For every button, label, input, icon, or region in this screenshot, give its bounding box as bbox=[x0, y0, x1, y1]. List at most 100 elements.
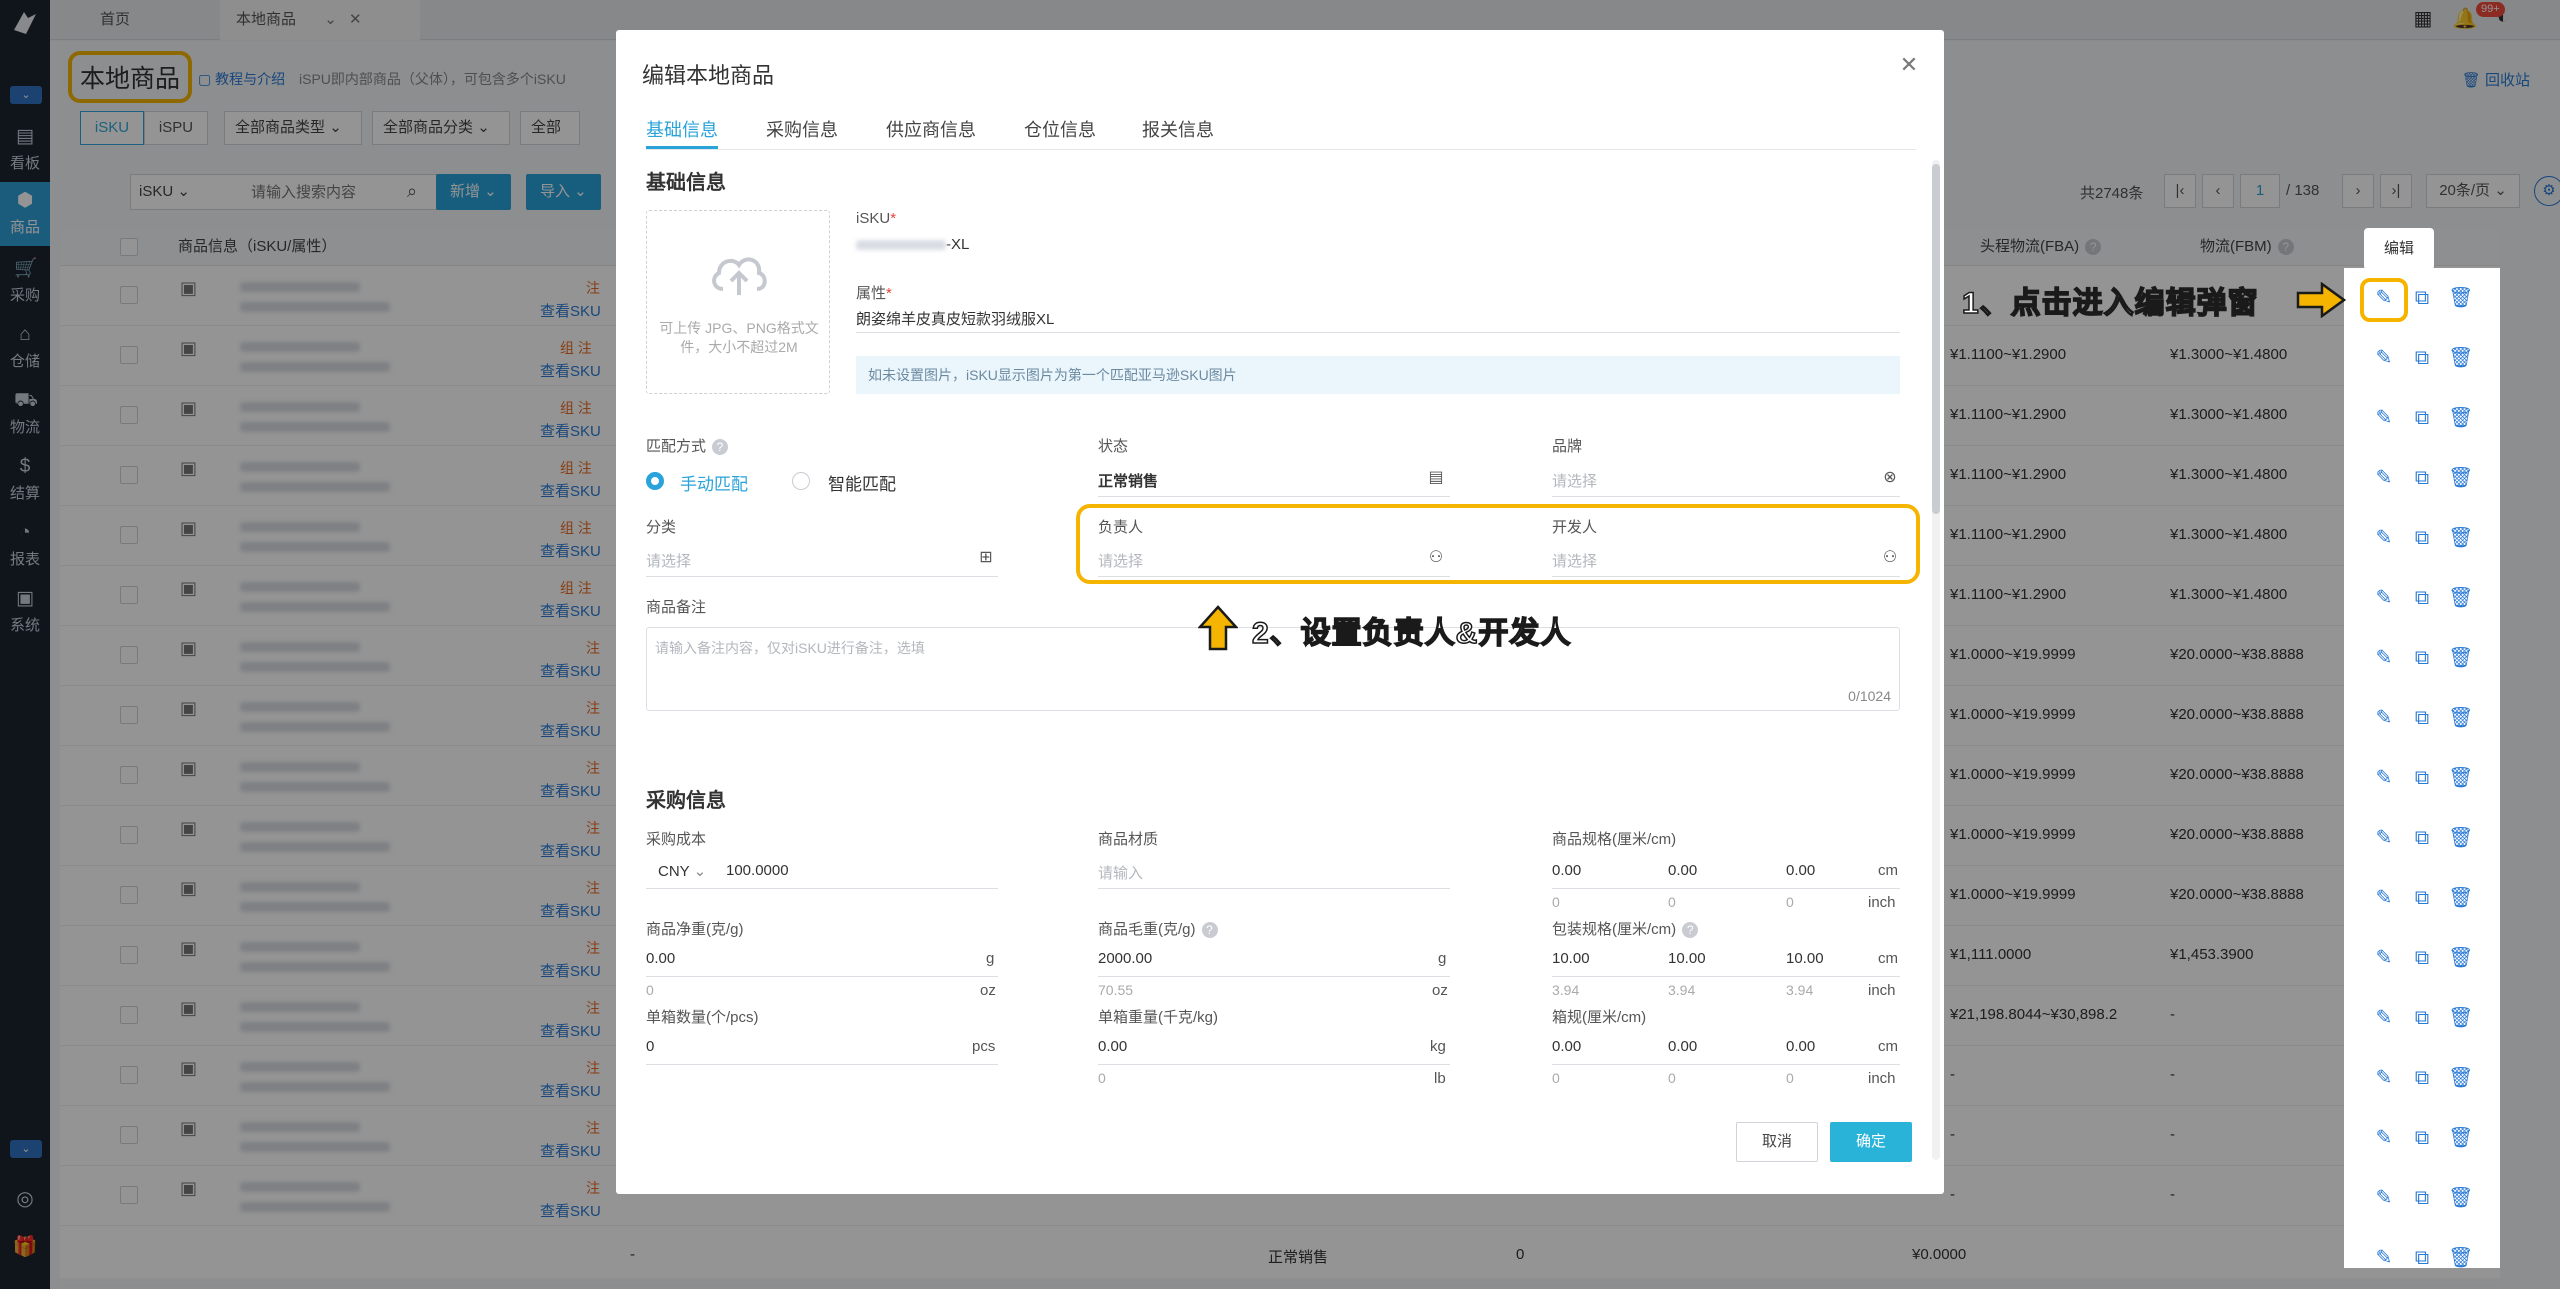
copy-icon[interactable]: ⧉ bbox=[2410, 706, 2434, 730]
divider bbox=[1098, 888, 1450, 889]
box-width-input[interactable]: 0.00 bbox=[1668, 1038, 1697, 1055]
edit-icon[interactable]: ✎ bbox=[2372, 766, 2396, 790]
category-select[interactable]: 请选择 bbox=[646, 550, 691, 571]
gross-weight-input[interactable]: 2000.00 bbox=[1098, 950, 1152, 967]
copy-icon[interactable]: ⧉ bbox=[2410, 466, 2434, 490]
tab-customs-info[interactable]: 报关信息 bbox=[1142, 110, 1214, 150]
box-height-input[interactable]: 0.00 bbox=[1786, 1038, 1815, 1055]
edit-icon[interactable]: ✎ bbox=[2372, 646, 2396, 670]
spec-length-inch: 0 bbox=[1552, 894, 1560, 910]
pack-length-input[interactable]: 10.00 bbox=[1552, 950, 1590, 967]
edit-icon[interactable]: ✎ bbox=[2372, 826, 2396, 850]
material-input[interactable]: 请输入 bbox=[1098, 862, 1143, 883]
net-weight-label: 商品净重(克/g) bbox=[646, 921, 744, 938]
modal-tabs: 基础信息 采购信息 供应商信息 仓位信息 报关信息 bbox=[646, 110, 1916, 150]
copy-icon[interactable]: ⧉ bbox=[2410, 526, 2434, 550]
delete-icon[interactable]: 🗑 bbox=[2448, 466, 2473, 490]
edit-icon[interactable]: ✎ bbox=[2372, 946, 2396, 970]
copy-icon[interactable]: ⧉ bbox=[2410, 1126, 2434, 1150]
delete-icon[interactable]: 🗑 bbox=[2448, 286, 2473, 310]
copy-icon[interactable]: ⧉ bbox=[2410, 766, 2434, 790]
modal-scrollbar-thumb[interactable] bbox=[1932, 164, 1940, 514]
delete-icon[interactable]: 🗑 bbox=[2448, 1246, 2473, 1270]
delete-icon[interactable]: 🗑 bbox=[2448, 346, 2473, 370]
image-info-bar: 如未设置图片，iSKU显示图片为第一个匹配亚马逊SKU图片 bbox=[856, 356, 1900, 394]
delete-icon[interactable]: 🗑 bbox=[2448, 406, 2473, 430]
box-weight-label: 单箱重量(千克/kg) bbox=[1098, 1009, 1219, 1026]
delete-icon[interactable]: 🗑 bbox=[2448, 586, 2473, 610]
attr-input[interactable]: 朗姿绵羊皮真皮短款羽绒服XL bbox=[856, 308, 1054, 329]
divider bbox=[1098, 1064, 1450, 1065]
copy-icon[interactable]: ⧉ bbox=[2410, 946, 2434, 970]
edit-icon[interactable]: ✎ bbox=[2372, 586, 2396, 610]
delete-icon[interactable]: 🗑 bbox=[2448, 1186, 2473, 1210]
spec-length-input[interactable]: 0.00 bbox=[1552, 862, 1581, 879]
edit-icon[interactable]: ✎ bbox=[2372, 886, 2396, 910]
brand-select[interactable]: 请选择 bbox=[1552, 470, 1597, 491]
box-length-input[interactable]: 0.00 bbox=[1552, 1038, 1581, 1055]
status-select[interactable]: 正常销售 bbox=[1098, 470, 1158, 491]
delete-icon[interactable]: 🗑 bbox=[2448, 706, 2473, 730]
cancel-button[interactable]: 取消 bbox=[1736, 1122, 1818, 1162]
edit-icon[interactable]: ✎ bbox=[2372, 466, 2396, 490]
edit-icon[interactable]: ✎ bbox=[2372, 1186, 2396, 1210]
box-weight-input[interactable]: 0.00 bbox=[1098, 1038, 1127, 1055]
radio-manual-match[interactable] bbox=[646, 472, 664, 490]
edit-icon[interactable]: ✎ bbox=[2372, 346, 2396, 370]
help-icon[interactable]: ? bbox=[1682, 922, 1699, 939]
edit-icon[interactable]: ✎ bbox=[2372, 406, 2396, 430]
tab-basic-info[interactable]: 基础信息 bbox=[646, 110, 718, 150]
delete-icon[interactable]: 🗑 bbox=[2448, 1066, 2473, 1090]
edit-icon[interactable]: ✎ bbox=[2372, 1006, 2396, 1030]
delete-icon[interactable]: 🗑 bbox=[2448, 766, 2473, 790]
copy-icon[interactable]: ⧉ bbox=[2410, 1006, 2434, 1030]
edit-icon[interactable]: ✎ bbox=[2372, 1126, 2396, 1150]
delete-icon[interactable]: 🗑 bbox=[2448, 946, 2473, 970]
tab-supplier-info[interactable]: 供应商信息 bbox=[886, 110, 976, 150]
radio-smart-match[interactable] bbox=[792, 472, 810, 490]
net-weight-input[interactable]: 0.00 bbox=[646, 950, 675, 967]
copy-icon[interactable]: ⧉ bbox=[2410, 826, 2434, 850]
pack-height-input[interactable]: 10.00 bbox=[1786, 950, 1824, 967]
delete-icon[interactable]: 🗑 bbox=[2448, 886, 2473, 910]
tab-location-info[interactable]: 仓位信息 bbox=[1024, 110, 1096, 150]
edit-icon[interactable]: ✎ bbox=[2372, 1246, 2396, 1270]
copy-icon[interactable]: ⧉ bbox=[2410, 586, 2434, 610]
help-icon[interactable]: ? bbox=[712, 439, 729, 456]
spec-width-input[interactable]: 0.00 bbox=[1668, 862, 1697, 879]
copy-icon[interactable]: ⧉ bbox=[2410, 286, 2434, 310]
spec-height-input[interactable]: 0.00 bbox=[1786, 862, 1815, 879]
cloud-upload-icon bbox=[712, 257, 767, 295]
delete-icon[interactable]: 🗑 bbox=[2448, 646, 2473, 670]
copy-icon[interactable]: ⧉ bbox=[2410, 406, 2434, 430]
confirm-button[interactable]: 确定 bbox=[1830, 1122, 1912, 1162]
copy-icon[interactable]: ⧉ bbox=[2410, 346, 2434, 370]
delete-icon[interactable]: 🗑 bbox=[2448, 1006, 2473, 1030]
pack-width-input[interactable]: 10.00 bbox=[1668, 950, 1706, 967]
cost-input[interactable]: 100.0000 bbox=[726, 862, 789, 879]
edit-icon[interactable]: ✎ bbox=[2372, 706, 2396, 730]
image-upload[interactable]: 可上传 JPG、PNG格式文件，大小不超过2M bbox=[646, 210, 830, 394]
help-icon[interactable]: ? bbox=[1201, 922, 1218, 939]
box-qty-input[interactable]: 0 bbox=[646, 1038, 654, 1055]
copy-icon[interactable]: ⧉ bbox=[2410, 646, 2434, 670]
edit-tooltip: 编辑 bbox=[2364, 228, 2434, 270]
document-icon[interactable]: ▤ bbox=[1426, 468, 1446, 488]
gross-weight-label: 商品毛重(克/g)? bbox=[1098, 918, 1218, 939]
delete-icon[interactable]: 🗑 bbox=[2448, 526, 2473, 550]
close-circle-icon[interactable]: ⊗ bbox=[1880, 468, 1900, 488]
close-icon[interactable]: ✕ bbox=[1898, 54, 1920, 76]
grid-icon[interactable]: ⊞ bbox=[976, 548, 996, 568]
copy-icon[interactable]: ⧉ bbox=[2410, 1186, 2434, 1210]
delete-icon[interactable]: 🗑 bbox=[2448, 1126, 2473, 1150]
edit-icon[interactable]: ✎ bbox=[2372, 1066, 2396, 1090]
copy-icon[interactable]: ⧉ bbox=[2410, 886, 2434, 910]
tab-purchase-info[interactable]: 采购信息 bbox=[766, 110, 838, 150]
edit-button-highlight bbox=[2360, 278, 2408, 322]
edit-icon[interactable]: ✎ bbox=[2372, 526, 2396, 550]
copy-icon[interactable]: ⧉ bbox=[2410, 1066, 2434, 1090]
delete-icon[interactable]: 🗑 bbox=[2448, 826, 2473, 850]
copy-icon[interactable]: ⧉ bbox=[2410, 1246, 2434, 1270]
currency-select[interactable]: CNY ⌄ bbox=[658, 862, 706, 880]
upload-hint: 可上传 JPG、PNG格式文件，大小不超过2M bbox=[659, 320, 819, 355]
